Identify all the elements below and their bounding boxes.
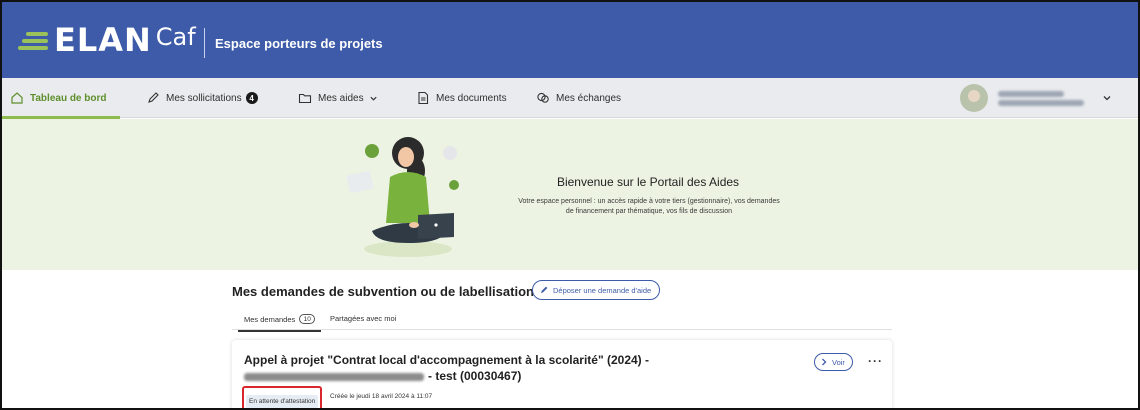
status-highlight: En attente d'attestation [242,386,323,408]
demande-card: Appel à projet "Contrat local d'accompag… [232,340,892,408]
voir-button[interactable]: Voir [814,353,853,371]
section-title: Mes demandes de subvention ou de labelli… [232,284,534,299]
redacted-text [244,372,424,381]
logo-stripes-icon [16,24,52,56]
more-options-button[interactable]: ··· [868,354,883,368]
elan-caf-logo[interactable]: ELAN Caf [16,18,196,62]
header-divider [204,28,205,58]
nav-tableau-de-bord[interactable]: Tableau de bord [10,78,107,118]
welcome-banner: Bienvenue sur le Portail des Aides Votre… [2,119,1138,270]
mes-demandes-count-badge: 10 [299,314,316,324]
demande-title: Appel à projet "Contrat local d'accompag… [244,352,764,384]
tab-partagees-label: Partagées avec moi [330,314,397,323]
chevron-right-icon [822,358,827,366]
logo-caf-text: Caf [155,23,196,51]
tab-mes-demandes[interactable]: Mes demandes 10 [237,314,322,332]
nav-label-echanges: Mes échanges [556,92,622,104]
nav-label-sollicitations: Mes sollicitations [166,92,242,104]
nav-mes-aides[interactable]: Mes aides [298,78,378,118]
chevron-down-icon [1103,96,1111,101]
demande-title-line1: Appel à projet "Contrat local d'accompag… [244,353,650,367]
tab-partagees[interactable]: Partagées avec moi [330,314,396,323]
status-badge: En attente d'attestation [246,395,319,408]
chat-icon [537,92,549,103]
sollicitations-count-badge: 4 [245,92,258,104]
demandes-tabs: Mes demandes 10 Partagées avec moi [232,308,892,332]
folder-icon [298,93,312,104]
user-name-redacted [998,90,1084,106]
header-title: Espace porteurs de projets [215,36,383,51]
user-menu[interactable] [960,78,1138,118]
nav-mes-sollicitations[interactable]: Mes sollicitations 4 [146,78,258,118]
app-window: ELAN Caf Espace porteurs de projets Tabl… [0,0,1140,410]
demande-title-line2: - test (00030467) [428,369,522,383]
main-nav: Tableau de bord Mes sollicitations 4 Mes… [2,78,1138,119]
logo-elan-text: ELAN [54,21,152,59]
deposer-demande-button[interactable]: Déposer une demande d'aide [532,280,661,300]
tab-mes-demandes-label: Mes demandes [244,314,296,324]
top-header: ELAN Caf Espace porteurs de projets [2,2,1138,78]
nav-mes-echanges[interactable]: Mes échanges [536,78,621,118]
welcome-title: Bienvenue sur le Portail des Aides [556,175,740,189]
nav-mes-documents[interactable]: Mes documents [416,78,507,118]
voir-label: Voir [832,357,845,367]
nav-label-documents: Mes documents [436,92,507,104]
welcome-description: Votre espace personnel : un accès rapide… [518,198,780,215]
pencil-icon [148,92,159,103]
chevron-down-icon [369,96,377,101]
created-date: Créée le jeudi 18 avril 2024 à 11:07 [330,393,433,400]
woman-laptop-illustration-icon [346,137,459,257]
avatar-icon [960,84,988,112]
home-icon [11,92,23,104]
nav-label-aides: Mes aides [318,92,364,104]
deposer-demande-label: Déposer une demande d'aide [553,285,652,295]
pencil-icon [541,286,548,293]
nav-label-tableau: Tableau de bord [30,92,107,104]
document-icon [418,91,429,105]
